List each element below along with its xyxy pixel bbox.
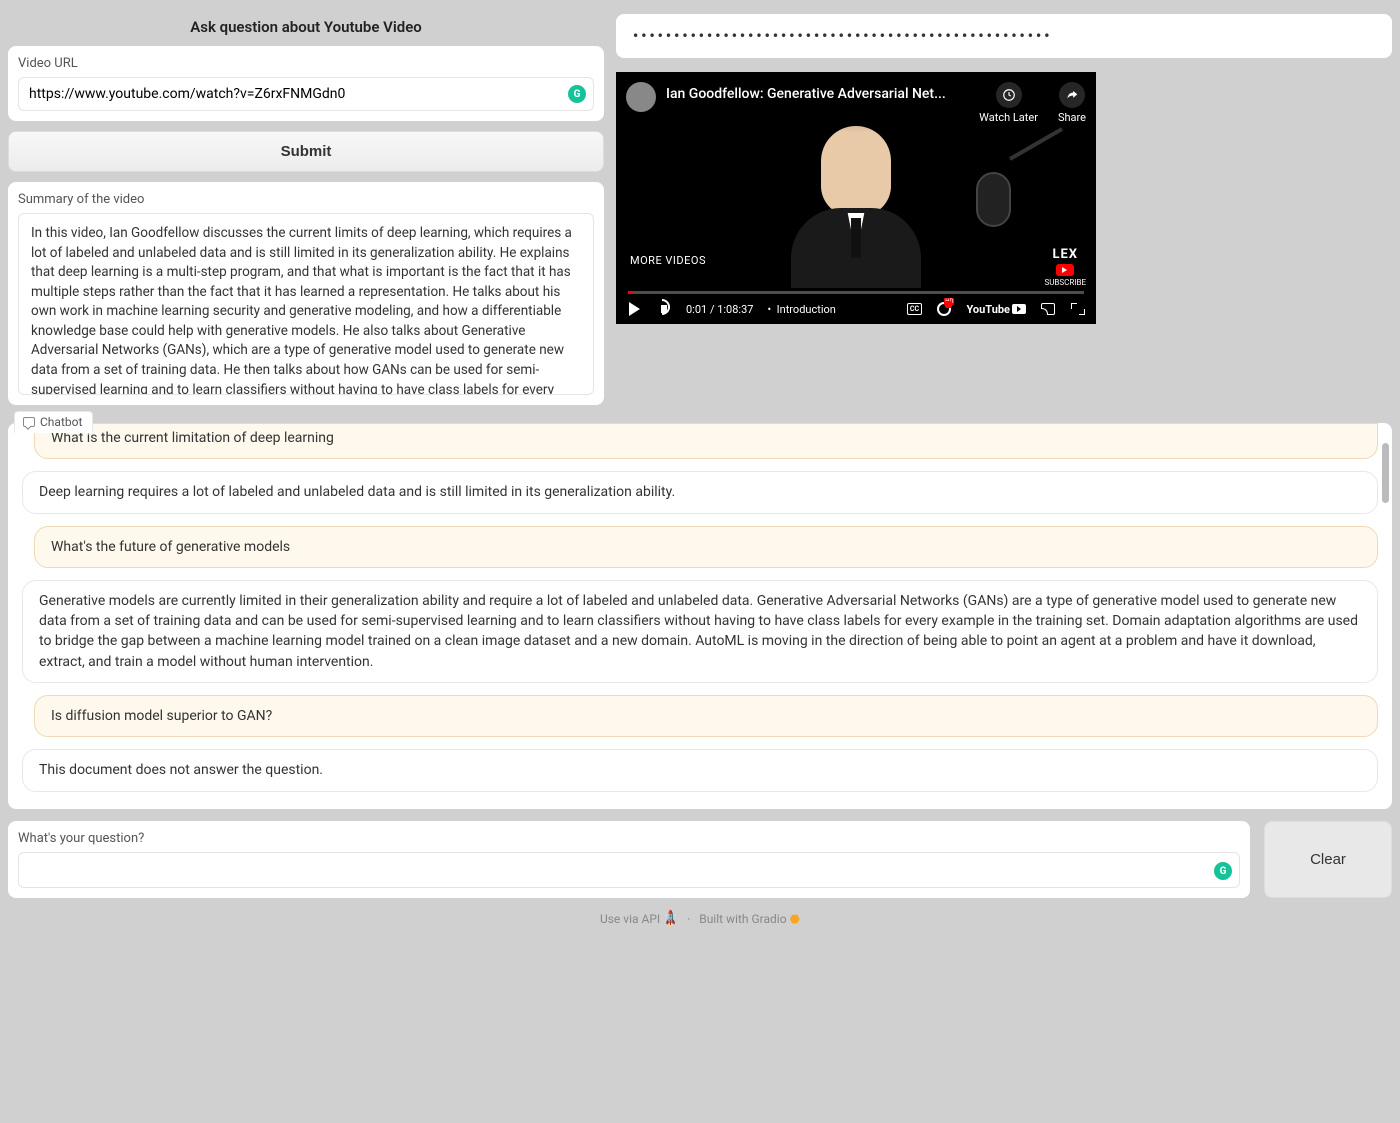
video-title[interactable]: Ian Goodfellow: Generative Adversarial N… <box>666 82 979 102</box>
submit-button[interactable]: Submit <box>8 131 604 172</box>
summary-label: Summary of the video <box>18 192 594 207</box>
use-via-api-link[interactable]: Use via API 🚀 <box>600 912 678 926</box>
video-thumbnail <box>786 126 926 296</box>
watch-on-youtube[interactable]: YouTube <box>966 303 1026 316</box>
share-icon <box>1059 82 1085 108</box>
youtube-icon <box>1056 264 1074 276</box>
chat-history[interactable]: What is the current limitation of deep l… <box>8 423 1392 809</box>
chat-message-bot: Generative models are currently limited … <box>22 580 1378 683</box>
share-button[interactable]: Share <box>1058 82 1086 124</box>
chat-message-user: Is diffusion model superior to GAN? <box>34 695 1378 737</box>
microphone-graphic <box>976 172 1036 272</box>
question-label: What's your question? <box>18 831 1240 846</box>
gradio-icon: ⬣ <box>790 912 800 926</box>
more-videos-link[interactable]: MORE VIDEOS <box>630 254 706 267</box>
cc-icon: CC <box>907 303 922 315</box>
fullscreen-icon <box>1071 303 1085 315</box>
video-url-panel: Video URL <box>8 46 604 121</box>
chat-message-user: What's the future of generative models <box>34 526 1378 568</box>
chatbot-panel: Chatbot What is the current limitation o… <box>8 423 1392 809</box>
subscribe-overlay[interactable]: LEX SUBSCRIBE <box>1044 247 1086 287</box>
chat-message-bot: This document does not answer the questi… <box>22 749 1378 791</box>
chatbot-tab[interactable]: Chatbot <box>14 411 93 433</box>
api-key-masked: ••••••••••••••••••••••••••••••••••••••••… <box>632 29 1051 43</box>
question-panel: What's your question? <box>8 821 1250 898</box>
volume-button[interactable] <box>656 301 672 317</box>
settings-button[interactable]: HD <box>936 301 952 317</box>
grammarly-icon <box>568 85 586 103</box>
youtube-logo-icon <box>1012 304 1026 314</box>
rocket-icon: 🚀 <box>660 909 680 929</box>
question-input[interactable] <box>18 852 1240 888</box>
chapter-display[interactable]: • Introduction <box>767 303 835 316</box>
summary-panel: Summary of the video In this video, Ian … <box>8 182 604 405</box>
app-title: Ask question about Youtube Video <box>8 2 604 46</box>
summary-text: In this video, Ian Goodfellow discusses … <box>18 213 594 395</box>
play-icon <box>629 302 640 316</box>
scrollbar-thumb[interactable] <box>1382 443 1389 503</box>
gear-icon: HD <box>937 302 951 316</box>
captions-button[interactable]: CC <box>906 301 922 317</box>
grammarly-icon <box>1214 862 1232 880</box>
chat-message-bot: Deep learning requires a lot of labeled … <box>22 471 1378 513</box>
video-player[interactable]: Ian Goodfellow: Generative Adversarial N… <box>616 72 1096 324</box>
chat-icon <box>23 417 35 427</box>
clear-button[interactable]: Clear <box>1264 821 1392 898</box>
cast-button[interactable] <box>1040 301 1056 317</box>
play-button[interactable] <box>626 301 642 317</box>
watch-later-button[interactable]: Watch Later <box>979 82 1038 124</box>
chat-message-user: What is the current limitation of deep l… <box>34 423 1378 459</box>
video-url-input[interactable] <box>18 77 594 111</box>
time-display: 0:01 / 1:08:37 <box>686 303 753 316</box>
cast-icon <box>1041 303 1055 315</box>
clock-icon <box>996 82 1022 108</box>
built-with-gradio-link[interactable]: Built with Gradio ⬣ <box>699 912 800 926</box>
video-url-label: Video URL <box>18 56 594 71</box>
channel-avatar[interactable] <box>626 82 656 112</box>
api-key-panel: ••••••••••••••••••••••••••••••••••••••••… <box>616 14 1392 58</box>
fullscreen-button[interactable] <box>1070 301 1086 317</box>
footer: Use via API 🚀 · Built with Gradio ⬣ <box>0 898 1400 926</box>
